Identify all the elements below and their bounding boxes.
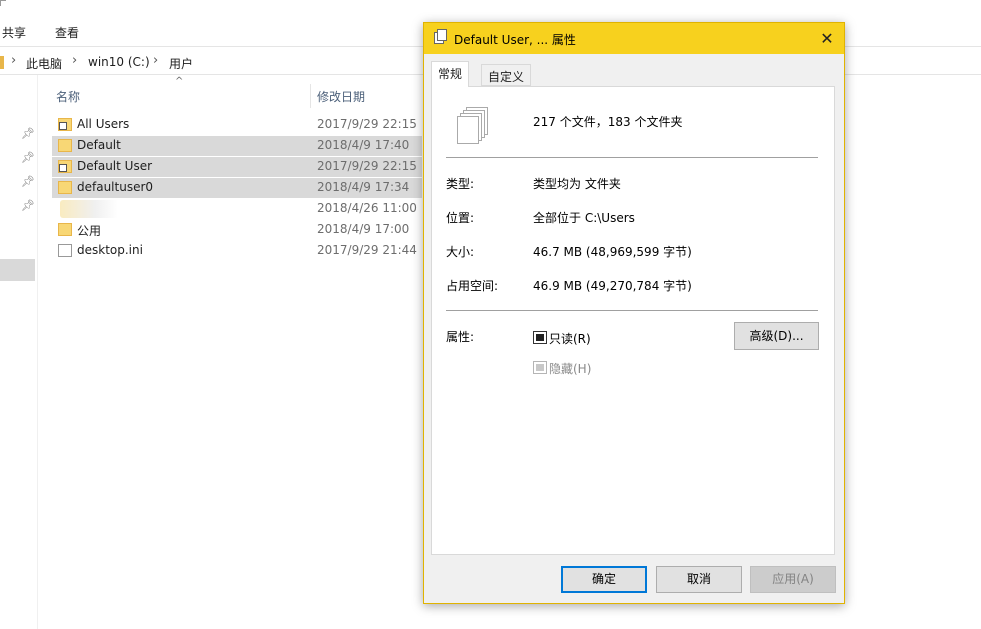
general-panel: 217 个文件，183 个文件夹 类型: 类型均为 文件夹 位置: 全部位于 C… (431, 86, 835, 555)
dialog-titlebar[interactable]: Default User, ... 属性 ✕ (424, 23, 844, 54)
location-value: 全部位于 C:\Users (533, 211, 635, 225)
type-value: 类型均为 文件夹 (533, 177, 621, 191)
file-row[interactable]: Default 2018/4/9 17:40 (52, 136, 422, 156)
folder-icon (58, 181, 72, 194)
ribbon-corner (0, 0, 6, 6)
file-name: Default (77, 138, 121, 152)
sort-up-icon: ^ (175, 76, 184, 87)
navigation-pane: 📌︎ 📌︎ 📌︎ 📌︎ (0, 75, 38, 629)
pin-icon[interactable]: 📌︎ (21, 199, 35, 212)
tab-general[interactable]: 常规 (431, 61, 470, 87)
indeterminate-indicator (536, 364, 544, 371)
file-date: 2018/4/9 17:40 (317, 138, 410, 152)
folder-icon (58, 139, 72, 152)
indeterminate-indicator (536, 334, 544, 341)
pin-icon[interactable]: 📌︎ (21, 127, 35, 140)
folder-icon (58, 223, 72, 236)
attributes-label: 属性: (446, 330, 475, 344)
close-icon[interactable]: ✕ (810, 23, 844, 54)
breadcrumb-users[interactable]: 用户 (169, 55, 193, 72)
hidden-label[interactable]: 隐藏(H) (549, 360, 591, 377)
file-row[interactable]: desktop.ini 2017/9/29 21:44 (52, 241, 422, 261)
breadcrumb-this-pc[interactable]: 此电脑 (26, 55, 62, 72)
file-date: 2018/4/9 17:00 (317, 222, 410, 236)
file-row[interactable]: 2018/4/26 11:00 (52, 199, 422, 219)
file-date: 2017/9/29 22:15 (317, 117, 417, 131)
breadcrumb-drive[interactable]: win10 (C:) (88, 55, 150, 69)
divider (446, 310, 818, 311)
size-value: 46.7 MB (48,969,599 字节) (533, 245, 692, 259)
file-row[interactable]: All Users 2017/9/29 22:15 (52, 115, 422, 135)
apply-button[interactable]: 应用(A) (750, 566, 836, 593)
location-label: 位置: (446, 211, 475, 225)
settings-file-icon (58, 244, 72, 257)
file-name: 公用 (77, 224, 102, 238)
tab-share[interactable]: 共享 (2, 24, 26, 41)
folder-shortcut-icon (58, 160, 72, 173)
blurred-folder-name (60, 200, 118, 218)
cancel-button[interactable]: 取消 (656, 566, 742, 593)
dialog-title: Default User, ... 属性 (454, 33, 576, 47)
file-date: 2018/4/9 17:34 (317, 180, 410, 194)
type-label: 类型: (446, 177, 475, 191)
file-date: 2017/9/29 22:15 (317, 159, 417, 173)
column-divider[interactable] (310, 84, 311, 108)
folder-shortcut-icon (58, 118, 72, 131)
file-row[interactable]: 公用 2018/4/9 17:00 (52, 220, 422, 240)
folder-icon (0, 56, 4, 69)
nav-item-selected[interactable] (0, 259, 35, 281)
disk-size-value: 46.9 MB (49,270,784 字节) (533, 279, 692, 293)
disk-size-label: 占用空间: (446, 279, 499, 293)
column-header-modified[interactable]: 修改日期 (317, 88, 365, 105)
pin-icon[interactable]: 📌︎ (21, 151, 35, 164)
file-row[interactable]: defaultuser0 2018/4/9 17:34 (52, 178, 422, 198)
file-name: desktop.ini (77, 243, 143, 257)
multiple-files-icon (434, 29, 447, 44)
advanced-button[interactable]: 高级(D)... (734, 322, 819, 350)
readonly-label[interactable]: 只读(R) (549, 330, 591, 347)
file-date: 2018/4/26 11:00 (317, 201, 417, 215)
hidden-checkbox[interactable] (533, 361, 547, 374)
chevron-right-icon[interactable]: › (72, 53, 77, 68)
summary-count: 217 个文件，183 个文件夹 (533, 115, 683, 129)
divider (446, 157, 818, 158)
chevron-right-icon[interactable]: › (11, 53, 16, 68)
file-date: 2017/9/29 21:44 (317, 243, 417, 257)
pin-icon[interactable]: 📌︎ (21, 175, 35, 188)
tab-customize[interactable]: 自定义 (481, 64, 532, 86)
file-name: defaultuser0 (77, 180, 154, 194)
column-header-name[interactable]: 名称 (56, 88, 80, 105)
size-label: 大小: (446, 245, 475, 259)
file-name: Default User (77, 159, 153, 173)
tab-view[interactable]: 查看 (55, 24, 79, 41)
file-row[interactable]: Default User 2017/9/29 22:15 (52, 157, 422, 177)
file-name: All Users (77, 117, 130, 131)
ok-button[interactable]: 确定 (561, 566, 647, 593)
chevron-right-icon[interactable]: › (153, 53, 158, 68)
multiple-files-icon (457, 107, 492, 144)
properties-dialog: Default User, ... 属性 ✕ 常规 自定义 217 个文件，18… (423, 22, 845, 604)
readonly-checkbox[interactable] (533, 331, 547, 344)
